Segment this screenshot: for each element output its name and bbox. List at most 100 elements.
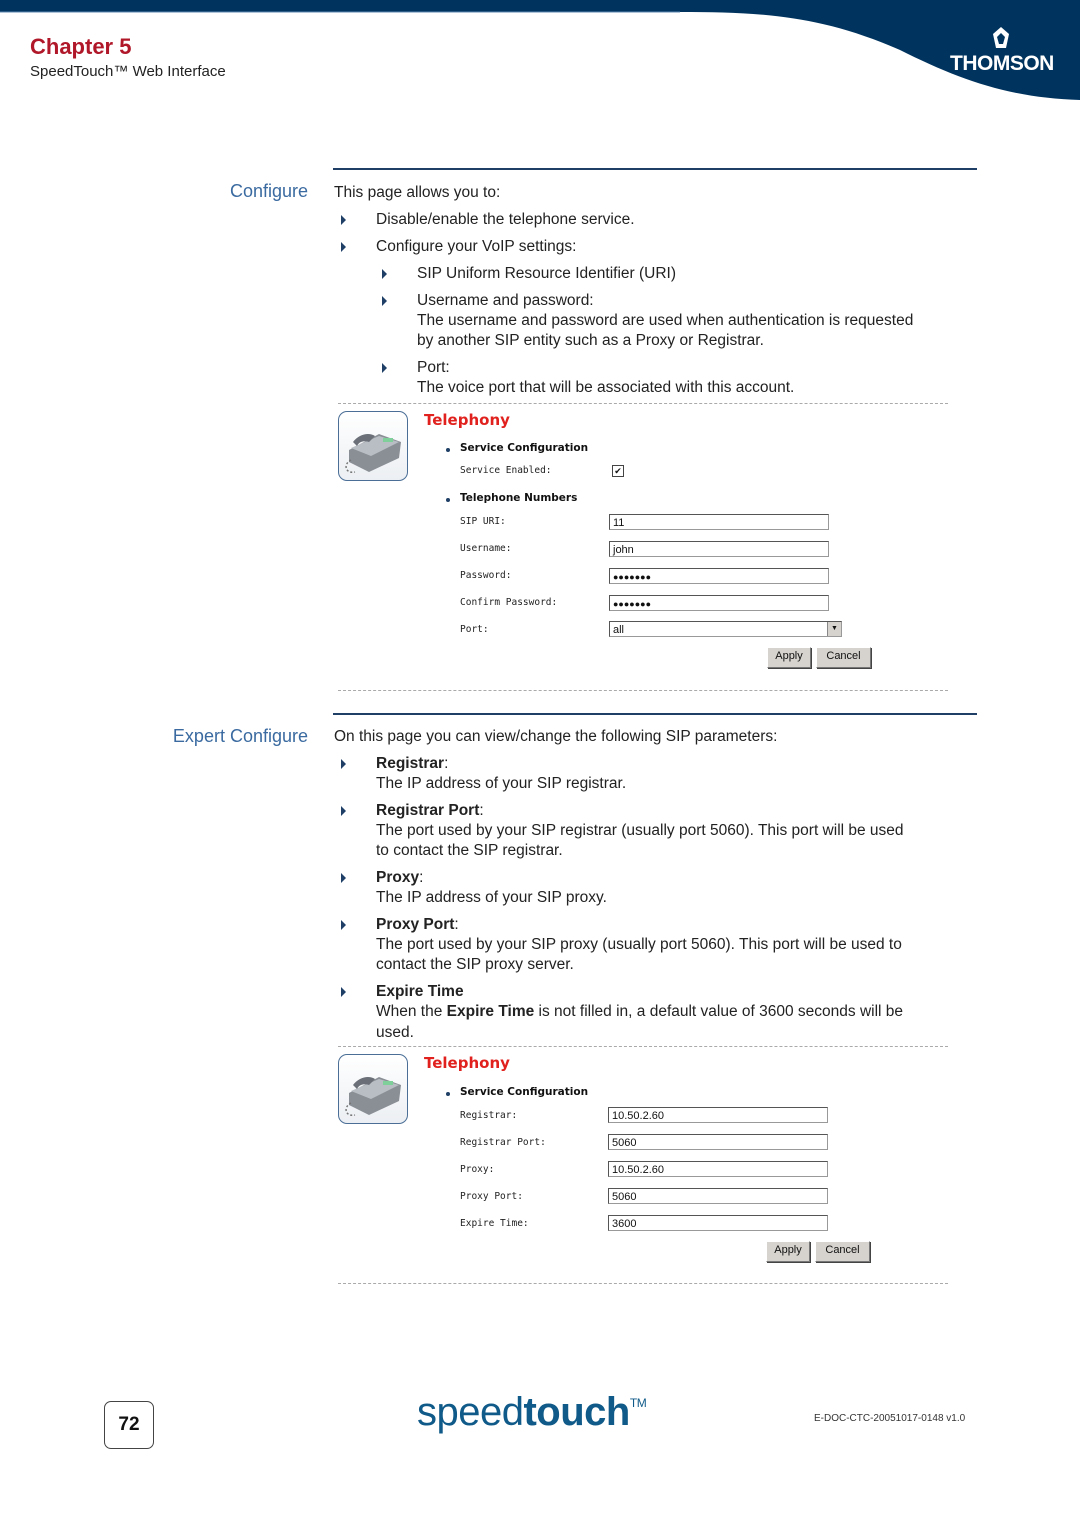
bullet-arrow-icon	[382, 296, 387, 306]
expert-item-title: Registrar Port:	[376, 801, 484, 821]
panel-section-heading: Service Configuration	[460, 1086, 589, 1098]
expert-item-title: Proxy:	[376, 868, 423, 888]
expert-item-desc: contact the SIP proxy server.	[376, 956, 574, 973]
bullet-arrow-icon	[382, 363, 387, 373]
colon: :	[419, 869, 424, 886]
desc-text: When the	[376, 1003, 447, 1020]
panel-title: Telephony	[424, 1054, 510, 1072]
bullet-dot-icon	[446, 448, 450, 452]
service-enabled-label: Service Enabled:	[460, 465, 552, 476]
configure-subitem-desc: The voice port that will be associated w…	[417, 379, 795, 396]
panel-section-heading: Service Configuration	[460, 442, 589, 454]
expire-time-input[interactable]: 3600	[608, 1215, 828, 1231]
field-label: Password:	[460, 570, 512, 581]
panel-divider	[338, 1046, 948, 1047]
expert-item-desc: The port used by your SIP proxy (usually…	[376, 936, 902, 953]
desc-text: is not filled in, a default value of 360…	[534, 1003, 904, 1020]
registrar-port-input[interactable]: 5060	[608, 1134, 828, 1150]
speedtouch-logo: speedtouchTM	[417, 1390, 647, 1435]
header-banner	[0, 0, 1080, 100]
section-divider	[333, 713, 977, 715]
field-label: Proxy:	[460, 1164, 495, 1175]
cancel-button[interactable]: Cancel	[815, 1241, 870, 1262]
configure-item: Configure your VoIP settings:	[376, 238, 577, 255]
panel-divider	[338, 1283, 948, 1284]
brand-logo: THOMSON	[950, 52, 1054, 75]
bullet-arrow-icon	[341, 215, 346, 225]
configure-subitem: Username and password:	[417, 292, 594, 309]
chapter-subtitle: SpeedTouch™ Web Interface	[30, 63, 226, 80]
page-number: 72	[104, 1401, 154, 1449]
field-label: SIP URI:	[460, 516, 506, 527]
expert-item-title: Proxy Port:	[376, 915, 459, 935]
brand-light: speed	[417, 1390, 524, 1434]
field-label: Proxy Port:	[460, 1191, 523, 1202]
apply-button[interactable]: Apply	[767, 647, 811, 668]
expert-item-desc: The IP address of your SIP registrar.	[376, 775, 627, 792]
bullet-dot-icon	[446, 1092, 450, 1096]
cancel-button[interactable]: Cancel	[816, 647, 871, 668]
password-input[interactable]: ●●●●●●●	[609, 568, 829, 584]
service-enabled-checkbox[interactable]: ✔	[612, 465, 624, 477]
panel-divider	[338, 690, 948, 691]
brand-bold: touch	[523, 1390, 630, 1434]
port-select[interactable]: all ▼	[609, 621, 842, 637]
username-input[interactable]: john	[609, 541, 829, 557]
param-name: Expire Time	[376, 983, 464, 1000]
field-label: Confirm Password:	[460, 597, 558, 608]
configure-intro: This page allows you to:	[334, 184, 501, 201]
bullet-arrow-icon	[341, 242, 346, 252]
expert-intro: On this page you can view/change the fol…	[334, 728, 778, 745]
configure-subitem-desc: by another SIP entity such as a Proxy or…	[417, 332, 764, 349]
panel-title: Telephony	[424, 411, 510, 429]
panel-section-heading: Telephone Numbers	[460, 492, 578, 504]
configure-item: Disable/enable the telephone service.	[376, 211, 635, 228]
apply-button[interactable]: Apply	[766, 1241, 810, 1262]
bullet-arrow-icon	[341, 920, 346, 930]
panel-divider	[338, 403, 948, 404]
field-label: Expire Time:	[460, 1218, 529, 1229]
expert-item-desc: to contact the SIP registrar.	[376, 842, 563, 859]
sip-uri-input[interactable]: 11	[609, 514, 829, 530]
trademark: TM	[629, 1396, 647, 1410]
bullet-arrow-icon	[341, 759, 346, 769]
param-name: Proxy Port	[376, 916, 455, 933]
expert-item-desc: The port used by your SIP registrar (usu…	[376, 822, 904, 839]
chapter-title: Chapter 5	[30, 34, 132, 59]
proxy-port-input[interactable]: 5060	[608, 1188, 828, 1204]
field-label: Registrar Port:	[460, 1137, 546, 1148]
expert-item-desc: used.	[376, 1024, 414, 1041]
section-heading-configure: Configure	[229, 181, 308, 201]
proxy-input[interactable]: 10.50.2.60	[608, 1161, 828, 1177]
thomson-logo-icon	[993, 27, 1009, 48]
param-name: Registrar Port	[376, 802, 480, 819]
expert-item-title: Expire Time	[376, 982, 464, 1002]
section-heading-expert-configure: Expert Configure	[172, 726, 308, 746]
registrar-input[interactable]: 10.50.2.60	[608, 1107, 828, 1123]
configure-subitem: SIP Uniform Resource Identifier (URI)	[417, 265, 676, 282]
bullet-dot-icon	[446, 498, 450, 502]
telephone-icon	[338, 1054, 408, 1124]
configure-subitem: Port:	[417, 359, 450, 376]
bullet-arrow-icon	[382, 269, 387, 279]
field-label: Username:	[460, 543, 512, 554]
port-select-value: all	[613, 624, 625, 636]
param-name: Registrar	[376, 755, 445, 772]
configure-subitem-desc: The username and password are used when …	[417, 312, 914, 329]
colon: :	[479, 802, 484, 819]
field-label: Registrar:	[460, 1110, 518, 1121]
document-id: E-DOC-CTC-20051017-0148 v1.0	[814, 1413, 966, 1424]
bullet-arrow-icon	[341, 806, 346, 816]
colon: :	[454, 916, 459, 933]
param-name: Proxy	[376, 869, 420, 886]
chevron-down-icon[interactable]: ▼	[827, 622, 841, 636]
expert-item-desc: When the Expire Time is not filled in, a…	[376, 1002, 903, 1022]
colon: :	[444, 755, 449, 772]
confirm-password-input[interactable]: ●●●●●●●	[609, 595, 829, 611]
telephone-icon	[338, 411, 408, 481]
section-divider	[333, 168, 977, 170]
field-label: Port:	[460, 624, 489, 635]
expert-item-title: Registrar:	[376, 754, 448, 774]
desc-bold: Expire Time	[446, 1003, 535, 1020]
expert-item-desc: The IP address of your SIP proxy.	[376, 889, 607, 906]
